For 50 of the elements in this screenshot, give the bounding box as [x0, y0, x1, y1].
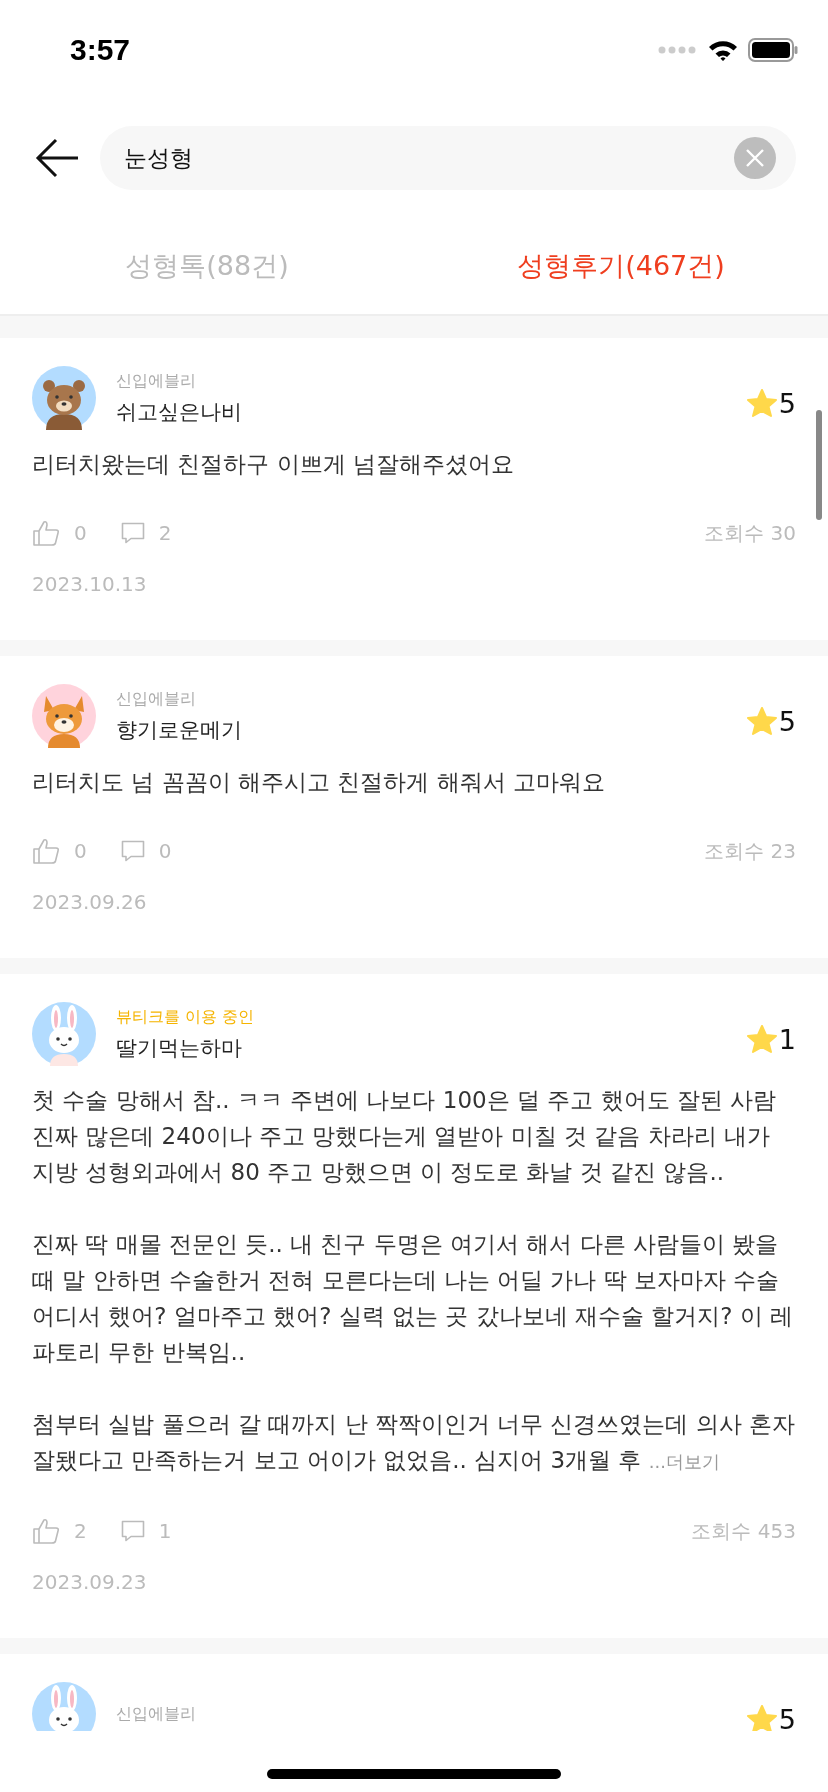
rating-value: 5: [778, 1703, 796, 1731]
star-icon: [746, 1025, 777, 1053]
view-count: 조회수 30: [704, 519, 796, 547]
like-count: 0: [74, 839, 87, 863]
review-text: 첨부터 실밥 풀으러 갈 때까지 난 짝짝이인거 너무 신경쓰였는데 의사 혼자 잘됐다고 만족하는거 보고 어이가 없었음.. 심지어 3개월 후 ...더보기: [32, 1410, 796, 1475]
tab[interactable]: 성형후기(467건): [414, 218, 828, 314]
nickname: 향기로운메기: [116, 716, 243, 744]
nickname: 쉬고싶은나비: [116, 398, 243, 426]
post-date: 2023.09.26: [32, 890, 148, 914]
comment-icon[interactable]: [120, 522, 145, 544]
star-icon: [746, 1705, 777, 1731]
comment-icon[interactable]: [120, 840, 145, 862]
status-time: 3:57: [70, 33, 131, 67]
star-icon: [746, 389, 777, 417]
comment-icon[interactable]: [120, 1520, 145, 1542]
back-button[interactable]: [34, 138, 80, 178]
wifi-icon: [708, 39, 738, 61]
thumbs-up-icon[interactable]: [32, 520, 60, 546]
member-badge-text: 뷰티크를 이용 중인: [116, 1006, 256, 1028]
comment-count: 0: [158, 839, 172, 863]
like-count: 0: [74, 521, 87, 545]
post-date: 2023.10.13: [32, 572, 148, 596]
member-badge-text: 신입에블리: [116, 370, 197, 392]
view-count: 조회수 453: [691, 1517, 796, 1545]
like-count: 2: [74, 1519, 87, 1543]
comment-count: 1: [158, 1519, 172, 1543]
thumbs-up-icon[interactable]: [32, 1518, 60, 1544]
rating-value: 1: [778, 1023, 796, 1055]
bear-avatar-icon: [32, 366, 96, 430]
comment-count: 2: [158, 521, 172, 545]
review-text: 첫 수술 망해서 참.. ㅋㅋ 주변에 나보다 100은 덜 주고 했어도 잘된 사람 진짜 많은데 240이나 주고 망했다는게 열받아 미칠 것 같음 차라리 내가 지방 성형외과에서 80 주고 망했으면 이 정도로 화날 것 같진 않음..: [32, 1086, 778, 1187]
post-date: 2023.09.23: [32, 1570, 148, 1594]
rabbit-avatar-icon: [32, 1002, 96, 1066]
more-link[interactable]: ...더보기: [648, 1451, 720, 1472]
battery-icon: [748, 38, 798, 62]
review-text: 리터치도 넘 꼼꼼이 해주시고 친절하게 해줘서 고마워요: [32, 768, 606, 797]
review-text: 진짜 딱 매몰 전문인 듯.. 내 친구 두명은 여기서 해서 다른 사람들이 봤을 때 말 안하면 수술한거 전혀 모른다는데 나는 어딜 가나 딱 보자마자 수술 어디서 했어? 얼마주고 했어? 실력 없는 곳 갔나보네 재수술 할거지? 이 레파토리 무한 반복임..: [32, 1230, 795, 1367]
member-badge-text: 신입에블리: [116, 1703, 197, 1725]
star-icon: [746, 707, 777, 735]
rating-value: 5: [778, 705, 796, 737]
clear-button[interactable]: [734, 137, 776, 179]
dog-avatar-icon: [32, 684, 96, 748]
rating-value: 5: [778, 387, 796, 419]
view-count: 조회수 23: [704, 837, 796, 865]
signal-icon: [658, 45, 698, 55]
member-badge-text: 신입에블리: [116, 688, 197, 710]
review-text: 리터치왔는데 친절하구 이쁘게 넘잘해주셨어요: [32, 450, 515, 479]
search-field[interactable]: 눈성형: [100, 126, 796, 190]
nickname: 딸기먹는하마: [116, 1034, 243, 1062]
thumbs-up-icon[interactable]: [32, 838, 60, 864]
